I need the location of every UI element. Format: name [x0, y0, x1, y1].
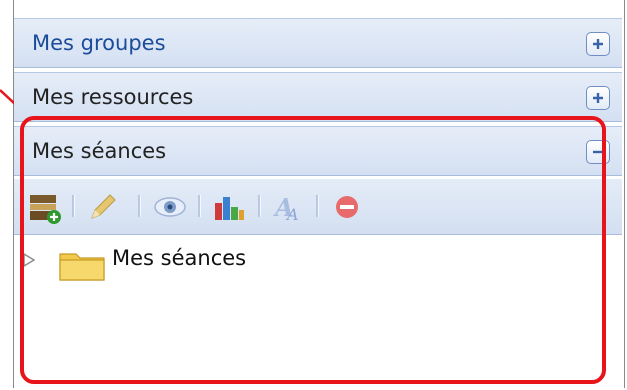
rename-text-icon[interactable]: A A	[272, 190, 306, 228]
toolbar-separator	[72, 195, 75, 217]
view-eye-icon[interactable]	[152, 190, 188, 228]
seances-tree: Mes séances	[14, 236, 622, 376]
edit-pencil-icon[interactable]	[86, 190, 120, 228]
folder-icon	[58, 248, 106, 286]
svg-text:A: A	[285, 205, 299, 224]
toolbar-separator	[198, 195, 201, 217]
toolbar-separator	[258, 195, 261, 217]
expand-plus-icon[interactable]	[586, 86, 610, 110]
collapse-minus-icon[interactable]	[586, 140, 610, 164]
section-label: Mes groupes	[32, 31, 166, 55]
expand-plus-icon[interactable]	[586, 32, 610, 56]
toolbar-separator	[138, 195, 141, 217]
toolbar-separator	[316, 195, 319, 217]
section-header-mes-seances[interactable]: Mes séances	[14, 126, 622, 176]
expand-arrow-icon[interactable]	[22, 252, 36, 272]
add-session-icon[interactable]	[28, 190, 62, 228]
seances-toolbar: A A	[14, 179, 622, 235]
delete-icon[interactable]	[330, 190, 364, 228]
section-label: Mes ressources	[32, 85, 194, 109]
chart-icon[interactable]	[212, 190, 246, 228]
section-label: Mes séances	[32, 139, 167, 163]
section-header-mes-groupes[interactable]: Mes groupes	[14, 18, 622, 68]
section-header-mes-ressources[interactable]: Mes ressources	[14, 72, 622, 122]
tree-node-mes-seances[interactable]: Mes séances	[112, 246, 246, 270]
